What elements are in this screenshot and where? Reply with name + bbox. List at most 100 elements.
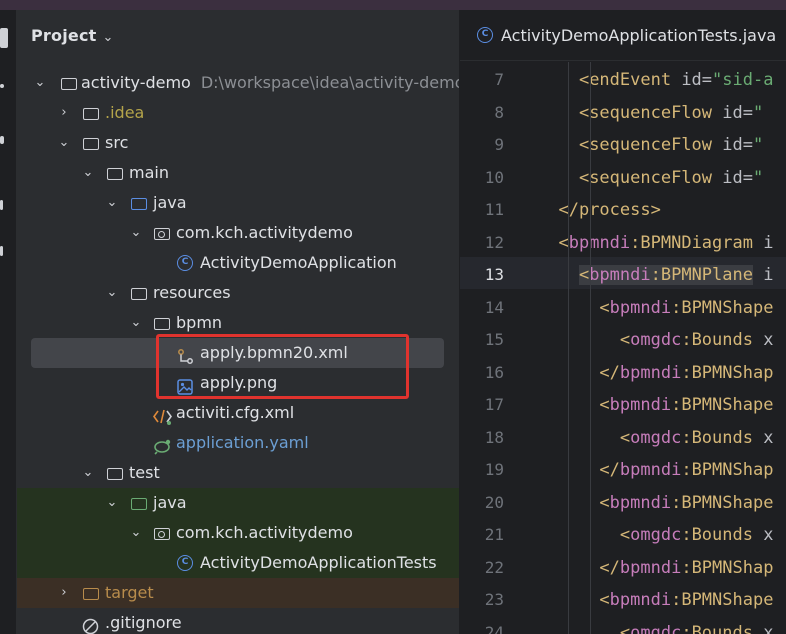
xml-tag: </bpmndi:BPMNShap bbox=[599, 460, 774, 480]
tree-item-label: target bbox=[105, 583, 154, 602]
line-number: 15 bbox=[484, 330, 504, 349]
tree-item-gitignore[interactable]: .gitignore bbox=[17, 608, 459, 634]
chevron-down-icon[interactable]: ⌄ bbox=[105, 488, 119, 518]
window-top-strip bbox=[0, 0, 786, 10]
chevron-down-icon[interactable]: ⌄ bbox=[129, 218, 143, 248]
xml-tag: </bpmndi:BPMNShap bbox=[599, 362, 774, 383]
tree-item-activiti-cfg-xml[interactable]: activiti.cfg.xml bbox=[17, 398, 459, 428]
editor-tab[interactable]: C ActivityDemoApplicationTests.java bbox=[460, 10, 786, 61]
line-number: 13 bbox=[484, 265, 504, 284]
xml-tag: <sequenceFlow bbox=[578, 135, 713, 155]
xml-attribute: id=" bbox=[712, 102, 764, 123]
line-number: 20 bbox=[484, 492, 504, 512]
tree-item-label: activiti.cfg.xml bbox=[176, 403, 295, 422]
chevron-down-icon[interactable]: ⌄ bbox=[57, 128, 71, 158]
source-folder-icon bbox=[131, 198, 147, 210]
module-folder-icon bbox=[61, 78, 77, 90]
tree-item-label: activity-demo D:\workspace\idea\activity-… bbox=[81, 68, 459, 98]
xml-tag: <bpmndi:BPMNDiagram bbox=[558, 232, 753, 253]
xml-tag: <bpmndi:BPMNPlane bbox=[578, 265, 753, 285]
xml-tag: <omgdc:Bounds bbox=[619, 622, 753, 634]
line-number: 24 bbox=[484, 622, 504, 634]
tree-item-label: .idea bbox=[105, 103, 145, 122]
chevron-down-icon[interactable]: ⌄ bbox=[129, 308, 143, 338]
xml-tag: </bpmndi:BPMNShap bbox=[599, 557, 774, 578]
chevron-down-icon[interactable]: ⌄ bbox=[81, 158, 95, 188]
tree-item-activitydemoapplicationtests[interactable]: C ActivityDemoApplicationTests bbox=[17, 548, 459, 578]
chevron-right-icon[interactable]: › bbox=[57, 98, 71, 128]
chevron-down-icon[interactable]: ⌄ bbox=[102, 30, 113, 45]
highlight-annotation-box bbox=[156, 334, 409, 399]
chevron-down-icon[interactable]: ⌄ bbox=[105, 278, 119, 308]
xml-tag: <endEvent bbox=[578, 70, 672, 90]
spring-class-icon: C bbox=[177, 255, 193, 271]
line-number: 10 bbox=[484, 167, 504, 187]
class-icon: C bbox=[177, 555, 193, 571]
xml-tag: <bpmndi:BPMNShape bbox=[599, 395, 774, 415]
line-number: 9 bbox=[494, 135, 504, 154]
more-tool-icon[interactable] bbox=[0, 246, 3, 256]
line-number: 18 bbox=[484, 427, 504, 447]
tree-item-package-test[interactable]: ⌄ com.kch.activitydemo bbox=[17, 518, 459, 548]
chevron-down-icon[interactable]: ⌄ bbox=[81, 458, 95, 488]
chevron-down-icon[interactable]: ⌄ bbox=[129, 518, 143, 548]
line-number: 21 bbox=[484, 525, 504, 544]
structure-tool-icon[interactable] bbox=[0, 136, 4, 144]
tree-item-test-java[interactable]: ⌄ java bbox=[17, 488, 459, 518]
indent-guide bbox=[590, 62, 591, 634]
code-line: </bpmndi:BPMNShap bbox=[538, 357, 786, 389]
tree-item-label: java bbox=[153, 493, 187, 512]
tree-item-label: .gitignore bbox=[105, 613, 182, 632]
folder-icon bbox=[154, 318, 170, 330]
tool-window-strip bbox=[0, 10, 17, 634]
code-line: <omgdc:Bounds x bbox=[538, 422, 786, 454]
xml-attribute: id=" bbox=[712, 135, 764, 155]
tree-item-idea[interactable]: › .idea bbox=[17, 98, 459, 128]
xml-tag: <sequenceFlow bbox=[578, 102, 713, 123]
tree-item-test[interactable]: ⌄ test bbox=[17, 458, 459, 488]
code-line: </bpmndi:BPMNShap bbox=[538, 552, 786, 584]
tree-item-activitydemoapplication[interactable]: C ActivityDemoApplication bbox=[17, 248, 459, 278]
code-line: <bpmndi:BPMNShape bbox=[538, 389, 786, 421]
module-path: D:\workspace\idea\activity-demo bbox=[200, 73, 459, 92]
code-area[interactable]: <endEvent id="sid-a <sequenceFlow id=" <… bbox=[538, 62, 786, 634]
project-panel-title[interactable]: Project ⌄ bbox=[31, 26, 114, 45]
tree-item-application-yaml[interactable]: application.yaml bbox=[17, 428, 459, 458]
commit-tool-icon[interactable] bbox=[0, 84, 4, 88]
chevron-down-icon[interactable]: ⌄ bbox=[33, 68, 47, 98]
tree-item-src[interactable]: ⌄ src bbox=[17, 128, 459, 158]
code-line: <bpmndi:BPMNShape bbox=[538, 292, 786, 324]
line-number: 16 bbox=[484, 362, 504, 382]
line-number: 11 bbox=[484, 200, 504, 219]
chevron-down-icon[interactable]: ⌄ bbox=[105, 188, 119, 218]
tree-item-label: resources bbox=[153, 283, 231, 302]
class-icon: C bbox=[477, 27, 493, 43]
xml-tag: <omgdc:Bounds bbox=[619, 427, 753, 448]
editor-tab-title: ActivityDemoApplicationTests.java bbox=[501, 26, 777, 45]
tree-item-java[interactable]: ⌄ java bbox=[17, 188, 459, 218]
tree-item-label: main bbox=[129, 163, 169, 182]
xml-tag: <omgdc:Bounds bbox=[619, 330, 753, 350]
ignore-file-icon bbox=[82, 615, 99, 634]
chevron-right-icon[interactable]: › bbox=[57, 578, 71, 608]
bookmarks-tool-icon[interactable] bbox=[0, 200, 3, 210]
xml-tag: <sequenceFlow bbox=[578, 167, 713, 188]
resources-folder-icon bbox=[131, 288, 147, 300]
tree-item-label: ActivityDemoApplicationTests bbox=[200, 553, 437, 572]
line-number: 17 bbox=[484, 395, 504, 414]
xml-tag: <bpmndi:BPMNShape bbox=[599, 297, 774, 318]
code-line: <omgdc:Bounds x bbox=[538, 617, 786, 634]
tree-item-main[interactable]: ⌄ main bbox=[17, 158, 459, 188]
folder-icon bbox=[107, 168, 123, 180]
folder-icon bbox=[83, 138, 99, 150]
tree-item-resources[interactable]: ⌄ resources bbox=[17, 278, 459, 308]
tree-item-activity-demo[interactable]: ⌄ activity-demo D:\workspace\idea\activit… bbox=[17, 68, 459, 98]
tree-item-target[interactable]: › target bbox=[17, 578, 459, 608]
line-number: 7 bbox=[494, 70, 504, 89]
project-tool-icon[interactable] bbox=[0, 28, 8, 48]
xml-attribute: i bbox=[752, 265, 774, 285]
xml-attribute: x bbox=[752, 427, 774, 448]
tree-item-package-main[interactable]: ⌄ com.kch.activitydemo bbox=[17, 218, 459, 248]
code-line: <bpmndi:BPMNShape bbox=[538, 487, 786, 519]
excluded-folder-icon bbox=[83, 588, 99, 600]
